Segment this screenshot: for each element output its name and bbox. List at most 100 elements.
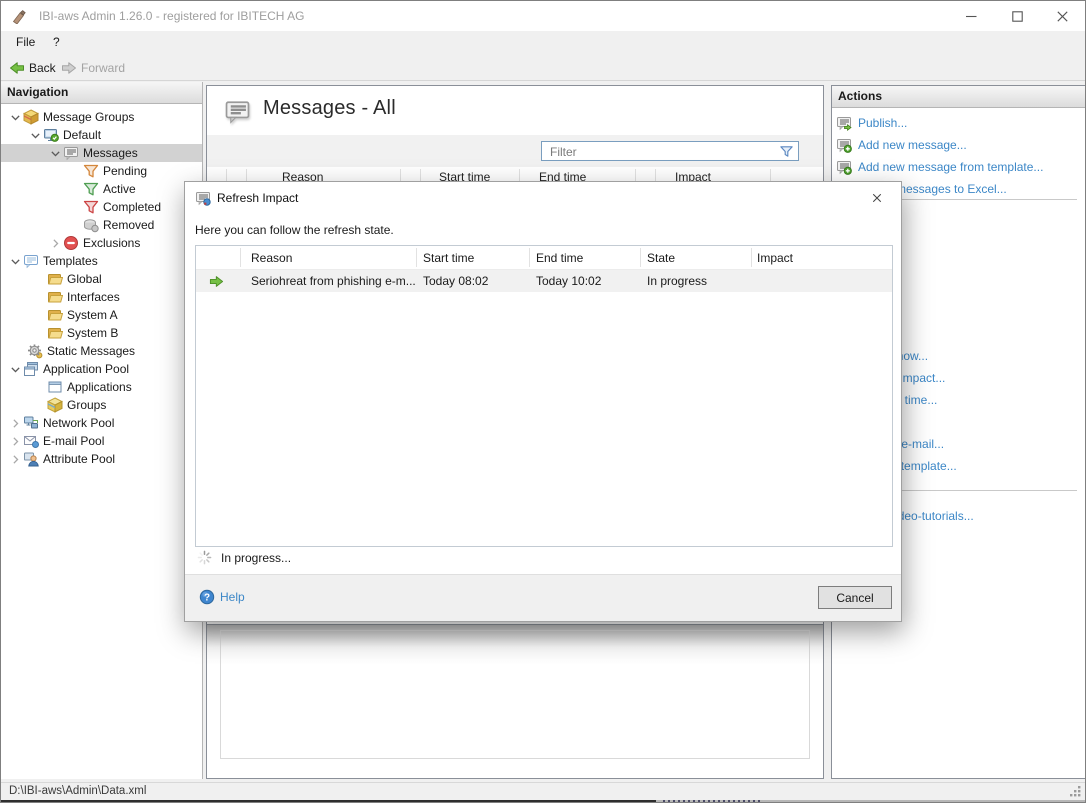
tree-item-global[interactable]: Global: [1, 270, 202, 288]
funnel-pending-icon: [83, 163, 99, 179]
chevron-expanded-icon[interactable]: [27, 128, 43, 142]
tree-item-attribute-pool[interactable]: Attribute Pool: [1, 450, 202, 468]
tree-item-label: System B: [67, 326, 118, 340]
chevron-placeholder: [67, 200, 83, 214]
tree-item-active[interactable]: Active: [1, 180, 202, 198]
tree-item-pending[interactable]: Pending: [1, 162, 202, 180]
help-link[interactable]: Help: [199, 589, 245, 605]
message-preview-area: [207, 625, 823, 778]
navigation-header: Navigation: [1, 82, 202, 104]
filter-box: [541, 141, 799, 161]
tree-item-interfaces[interactable]: Interfaces: [1, 288, 202, 306]
templates-icon: [23, 253, 39, 269]
filter-input[interactable]: [548, 143, 772, 161]
table-header-impact[interactable]: Impact: [757, 251, 793, 265]
tree-item-default[interactable]: Default: [1, 126, 202, 144]
menu-help[interactable]: ?: [47, 31, 66, 54]
tree-item-label: System A: [67, 308, 118, 322]
chevron-expanded-icon[interactable]: [7, 254, 23, 268]
chevron-collapsed-icon[interactable]: [47, 236, 63, 250]
close-button[interactable]: [1039, 1, 1085, 31]
back-button[interactable]: Back: [9, 58, 56, 77]
folder-icon: [47, 307, 63, 323]
action-publish[interactable]: Publish...: [836, 114, 907, 132]
app-window: IBI-aws Admin 1.26.0 - registered for IB…: [0, 0, 1086, 803]
groups-icon: [47, 397, 63, 413]
folder-icon: [47, 271, 63, 287]
messages-bubble-icon: [224, 98, 251, 125]
table-header-reason[interactable]: Reason: [251, 251, 292, 265]
filter-funnel-icon[interactable]: [779, 144, 794, 159]
dialog-title: Refresh Impact: [217, 191, 298, 205]
chevron-expanded-icon[interactable]: [7, 362, 23, 376]
tree-item-templates[interactable]: Templates: [1, 252, 202, 270]
chevron-placeholder: [67, 218, 83, 232]
funnel-completed-icon: [83, 199, 99, 215]
tree-item-network-pool[interactable]: Network Pool: [1, 414, 202, 432]
help-icon: [199, 589, 215, 605]
tree-item-static-messages[interactable]: Static Messages: [1, 342, 202, 360]
add-message-icon: [836, 137, 852, 153]
navigation-tree: Message Groups Default Messages Pending: [1, 104, 202, 779]
tree-item-system-b[interactable]: System B: [1, 324, 202, 342]
tree-item-label: Pending: [103, 164, 147, 178]
close-icon: [1057, 11, 1068, 22]
tree-item-removed[interactable]: Removed: [1, 216, 202, 234]
message-groups-icon: [23, 109, 39, 125]
table-header-start-time[interactable]: Start time: [423, 251, 474, 265]
menu-bar: File ?: [1, 31, 1085, 54]
static-messages-icon: [27, 343, 43, 359]
column-separator: [240, 248, 241, 267]
chevron-placeholder: [67, 164, 83, 178]
tree-item-messages[interactable]: Messages: [1, 144, 202, 162]
tree-item-exclusions[interactable]: Exclusions: [1, 234, 202, 252]
message-preview-box: [220, 630, 810, 759]
maximize-button[interactable]: [994, 1, 1040, 31]
resize-grip-icon[interactable]: [1069, 785, 1082, 798]
maximize-icon: [1012, 11, 1023, 22]
dialog-footer: Help Cancel: [185, 574, 901, 621]
dialog-close-button[interactable]: [865, 188, 889, 208]
tree-item-system-a[interactable]: System A: [1, 306, 202, 324]
filter-bar: [207, 135, 823, 167]
column-separator: [640, 248, 641, 267]
tree-item-message-groups[interactable]: Message Groups: [1, 108, 202, 126]
folder-icon: [47, 325, 63, 341]
chevron-collapsed-icon[interactable]: [7, 416, 23, 430]
chevron-collapsed-icon[interactable]: [7, 452, 23, 466]
application-pool-icon: [23, 361, 39, 377]
action-add-message-from-template[interactable]: Add new message from template...: [836, 158, 1043, 176]
tree-item-completed[interactable]: Completed: [1, 198, 202, 216]
table-row[interactable]: Seriohreat from phishing e-m... Today 08…: [196, 270, 892, 292]
tree-item-email-pool[interactable]: E-mail Pool: [1, 432, 202, 450]
forward-label: Forward: [81, 61, 125, 75]
cell-end-time: Today 10:02: [536, 274, 601, 288]
menu-file[interactable]: File: [10, 31, 41, 54]
cancel-button[interactable]: Cancel: [818, 586, 892, 609]
cell-start-time: Today 08:02: [423, 274, 488, 288]
minimize-button[interactable]: [948, 1, 994, 31]
tree-item-label: Global: [67, 272, 102, 286]
tree-item-application-pool[interactable]: Application Pool: [1, 360, 202, 378]
tree-item-label: Attribute Pool: [43, 452, 115, 466]
help-label: Help: [220, 590, 245, 604]
chevron-expanded-icon[interactable]: [7, 110, 23, 124]
tree-item-label: Templates: [43, 254, 98, 268]
removed-icon: [83, 217, 99, 233]
close-icon: [871, 192, 883, 204]
chevron-collapsed-icon[interactable]: [7, 434, 23, 448]
tree-item-groups[interactable]: Groups: [1, 396, 202, 414]
table-header-end-time[interactable]: End time: [536, 251, 583, 265]
tree-item-label: Static Messages: [47, 344, 135, 358]
cell-reason: Seriohreat from phishing e-m...: [251, 274, 416, 288]
table-header-state[interactable]: State: [647, 251, 675, 265]
tree-item-label: E-mail Pool: [43, 434, 104, 448]
refresh-state-table: Reason Start time End time State Impact …: [195, 245, 893, 547]
attribute-pool-icon: [23, 451, 39, 467]
tree-item-applications[interactable]: Applications: [1, 378, 202, 396]
chevron-expanded-icon[interactable]: [47, 146, 63, 160]
forward-button[interactable]: Forward: [61, 58, 125, 77]
page-title: Messages - All: [263, 97, 396, 120]
tree-item-label: Groups: [67, 398, 106, 412]
action-add-new-message[interactable]: Add new message...: [836, 136, 967, 154]
